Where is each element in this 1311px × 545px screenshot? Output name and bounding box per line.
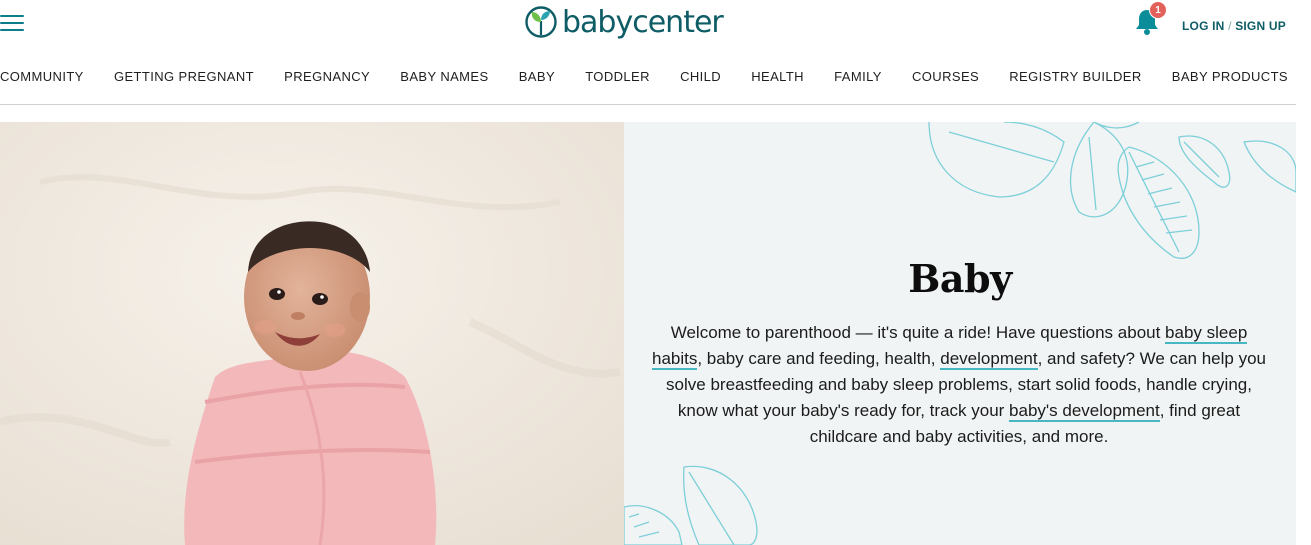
nav-item-toddler[interactable]: TODDLER — [585, 69, 650, 84]
nav-item-baby-products[interactable]: BABY PRODUCTS — [1172, 69, 1288, 84]
nav-item-child[interactable]: CHILD — [680, 69, 721, 84]
babycenter-logo[interactable]: babycenter — [525, 2, 724, 44]
auth-links: LOG IN / SIGN UP — [1182, 19, 1286, 33]
nav-item-family[interactable]: FAMILY — [834, 69, 882, 84]
hero-title: Baby — [908, 256, 1012, 301]
nav-item-community[interactable]: COMMUNITY — [0, 69, 84, 84]
hamburger-menu-icon[interactable] — [0, 12, 26, 34]
sprout-logo-icon — [525, 6, 557, 38]
logo-wordmark: babycenter — [562, 5, 724, 40]
hero-description: Welcome to parenthood — it's quite a rid… — [648, 320, 1270, 450]
auth-separator: / — [1228, 19, 1232, 33]
babys-development-link[interactable]: baby's development — [1009, 401, 1160, 422]
nav-item-getting-pregnant[interactable]: GETTING PREGNANT — [114, 69, 254, 84]
main-nav: COMMUNITY GETTING PREGNANT PREGNANCY BAB… — [0, 69, 1296, 84]
page-gutter — [1296, 0, 1311, 545]
nav-item-courses[interactable]: COURSES — [912, 69, 979, 84]
signup-link[interactable]: SIGN UP — [1235, 19, 1286, 33]
login-link[interactable]: LOG IN — [1182, 19, 1225, 33]
hero-text-2: , baby care and feeding, health, — [697, 349, 941, 368]
hero-text-1: Welcome to parenthood — it's quite a rid… — [670, 323, 1166, 342]
notification-count-badge: 1 — [1149, 1, 1167, 19]
nav-item-registry-builder[interactable]: REGISTRY BUILDER — [1009, 69, 1141, 84]
nav-item-baby-names[interactable]: BABY NAMES — [400, 69, 488, 84]
nav-divider — [0, 104, 1296, 105]
nav-item-health[interactable]: HEALTH — [751, 69, 804, 84]
nav-item-pregnancy[interactable]: PREGNANCY — [284, 69, 370, 84]
development-link[interactable]: development — [940, 349, 1038, 370]
hero-intro-panel: Baby Welcome to parenthood — it's quite … — [624, 122, 1296, 545]
nav-item-baby[interactable]: BABY — [519, 69, 555, 84]
hero-baby-photo — [0, 122, 624, 545]
